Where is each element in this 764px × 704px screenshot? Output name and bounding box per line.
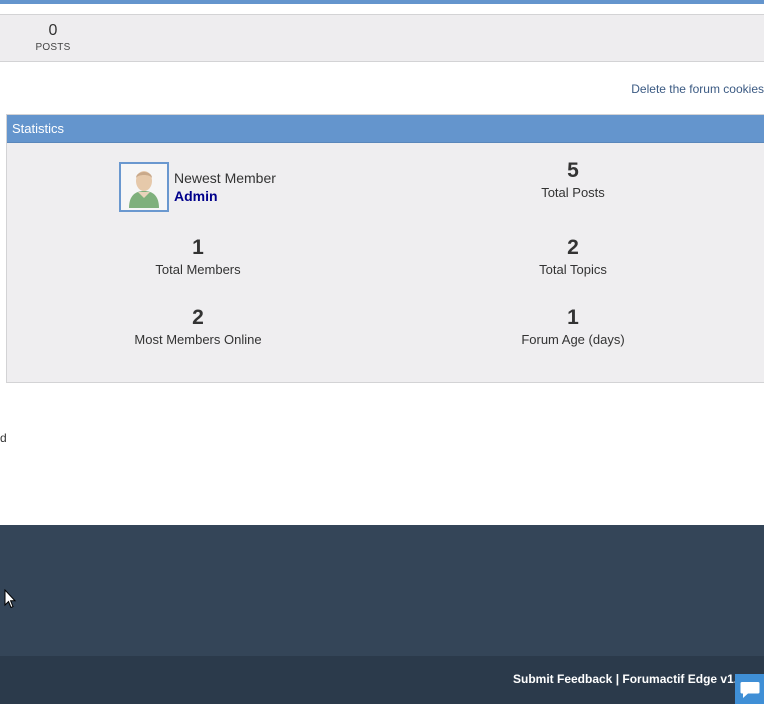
- user-avatar-icon[interactable]: [119, 162, 169, 212]
- forum-age-value: 1: [567, 306, 579, 329]
- total-topics-label: Total Topics: [539, 262, 607, 277]
- stat-forum-age: 1 Forum Age (days): [453, 306, 693, 347]
- footer-links: Submit Feedback | Forumactif Edge v1.2.5: [513, 672, 754, 686]
- newest-member-link[interactable]: Admin: [174, 188, 218, 204]
- total-topics-value: 2: [567, 236, 579, 259]
- posts-count: 0: [48, 22, 58, 39]
- statistics-header: Statistics: [7, 115, 764, 143]
- stat-most-online: 2 Most Members Online: [78, 306, 318, 347]
- stat-total-topics: 2 Total Topics: [453, 236, 693, 277]
- mouse-pointer-icon: [4, 588, 17, 614]
- delete-cookies-link[interactable]: Delete the forum cookies: [631, 82, 764, 96]
- submit-feedback-link[interactable]: Submit Feedback: [513, 672, 612, 686]
- forum-age-label: Forum Age (days): [521, 332, 625, 347]
- footer-separator: |: [612, 672, 623, 686]
- statistics-title: Statistics: [12, 121, 65, 136]
- newest-member-label: Newest Member: [174, 170, 276, 186]
- chat-bubble-icon[interactable]: [735, 674, 764, 704]
- page: 0 POSTS Delete the forum cookies Statist…: [0, 0, 764, 704]
- total-posts-value: 5: [567, 159, 579, 182]
- top-accent-bar: [0, 0, 764, 4]
- statistics-panel: Statistics Newest Member Admin 5 Total P…: [6, 114, 764, 383]
- most-online-label: Most Members Online: [134, 332, 262, 347]
- total-members-label: Total Members: [155, 262, 241, 277]
- footer-area: [0, 525, 764, 656]
- stat-total-posts: 5 Total Posts: [453, 159, 693, 200]
- total-members-value: 1: [192, 236, 204, 259]
- most-online-value: 2: [192, 306, 204, 329]
- posts-summary-box: 0 POSTS: [0, 14, 764, 62]
- truncated-text: d: [0, 431, 7, 445]
- stat-total-members: 1 Total Members: [78, 236, 318, 277]
- footer-bar: Submit Feedback | Forumactif Edge v1.2.5: [0, 656, 764, 704]
- total-posts-label: Total Posts: [541, 185, 605, 200]
- posts-label: POSTS: [35, 42, 71, 53]
